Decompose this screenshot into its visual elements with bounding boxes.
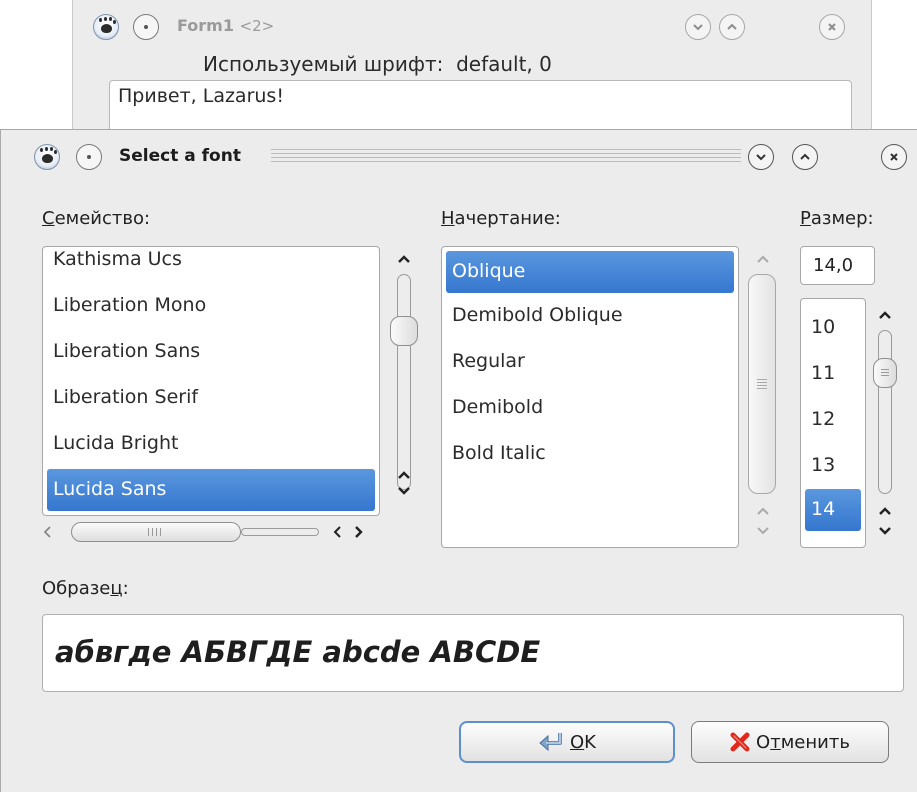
scroll-up-arrow[interactable] (756, 506, 770, 516)
list-item[interactable]: 10 (805, 307, 861, 347)
close-icon (890, 153, 898, 161)
family-scrollbar-track[interactable] (397, 274, 411, 490)
close-icon (828, 23, 836, 31)
list-item-selected[interactable]: Oblique (446, 251, 734, 293)
style-list[interactable]: Oblique Demibold Oblique Regular Demibol… (441, 246, 739, 548)
size-scrollbar-thumb[interactable] (873, 358, 897, 388)
dialog-titlebar[interactable]: Select a font (1, 130, 917, 184)
size-input[interactable]: 14,0 (800, 246, 875, 285)
red-x-icon (730, 732, 750, 752)
list-item-selected[interactable]: 14 (805, 489, 861, 531)
list-item[interactable]: Regular (446, 341, 734, 381)
list-item[interactable]: Liberation Sans (47, 331, 375, 371)
cancel-button[interactable]: Отменить (691, 721, 889, 763)
title-grip (271, 149, 741, 163)
list-item[interactable]: 11 (805, 353, 861, 393)
minimize-button[interactable] (748, 144, 774, 170)
family-list[interactable]: Kathisma Ucs Liberation Mono Liberation … (42, 246, 380, 516)
list-item[interactable]: Bold Italic (446, 433, 734, 473)
scroll-up-arrow[interactable] (397, 470, 411, 480)
size-scrollbar-track[interactable] (878, 330, 892, 494)
background-window-title: Form1 <2> (177, 16, 275, 35)
list-item[interactable]: Liberation Serif (47, 377, 375, 417)
scroll-left-arrow[interactable] (333, 526, 343, 538)
size-label: Размер: (800, 208, 874, 229)
sample-label: Образец: (42, 578, 129, 599)
maximize-button[interactable] (792, 144, 818, 170)
scroll-up-arrow[interactable] (878, 506, 892, 516)
cancel-button-label: Отменить (756, 731, 850, 753)
list-item[interactable]: Kathisma Ucs (47, 247, 375, 279)
select-font-dialog: Select a font Семейство: Начертание: Раз… (0, 129, 917, 792)
chevron-up-icon (800, 153, 810, 160)
paw-icon[interactable] (93, 14, 119, 40)
scroll-up-arrow[interactable] (397, 254, 411, 264)
sample-preview: абвгде АБВГДЕ abcde ABCDE (42, 614, 904, 692)
minimize-button[interactable] (685, 14, 711, 40)
chevron-up-icon (727, 23, 737, 30)
scroll-down-arrow[interactable] (878, 526, 892, 536)
ok-button-label: OK (570, 731, 596, 753)
list-item[interactable]: 13 (805, 445, 861, 485)
horizontal-scrollbar-thumb[interactable] (71, 522, 241, 542)
scroll-right-arrow[interactable] (353, 526, 363, 538)
scroll-up-arrow[interactable] (756, 254, 770, 264)
list-item[interactable]: Lucida Bright (47, 423, 375, 463)
style-label: Начертание: (441, 208, 561, 229)
ok-button[interactable]: OK (459, 721, 675, 763)
family-horizontal-scrollbar[interactable] (41, 518, 379, 544)
pin-dot-icon[interactable] (76, 144, 102, 170)
used-font-label: Используемый шрифт: default, 0 (203, 52, 552, 76)
scroll-up-arrow[interactable] (878, 310, 892, 320)
background-window-form1: Form1 <2> Используемый шрифт: default, 0… (72, 0, 872, 142)
list-item-selected[interactable]: Lucida Sans (47, 469, 375, 511)
close-button[interactable] (881, 144, 907, 170)
maximize-button[interactable] (719, 14, 745, 40)
chevron-down-icon (693, 24, 703, 31)
grip-icon (148, 528, 162, 536)
dialog-title: Select a font (119, 146, 241, 166)
chevron-down-icon (756, 154, 766, 161)
horizontal-scrollbar-track (241, 528, 319, 536)
scroll-down-arrow[interactable] (756, 526, 770, 536)
size-list[interactable]: 10 11 12 13 14 (800, 298, 866, 548)
paw-icon[interactable] (34, 144, 60, 170)
scroll-left-arrow[interactable] (43, 526, 53, 538)
close-button[interactable] (819, 14, 845, 40)
style-scrollbar-thumb[interactable] (748, 274, 776, 494)
family-scrollbar-thumb[interactable] (390, 316, 418, 346)
list-item[interactable]: Liberation Mono (47, 285, 375, 325)
list-item[interactable]: 12 (805, 399, 861, 439)
family-label: Семейство: (42, 208, 151, 229)
pin-dot-icon[interactable] (133, 14, 159, 40)
background-titlebar[interactable]: Form1 <2> (73, 8, 871, 46)
list-item[interactable]: Demibold (446, 387, 734, 427)
grip-icon (881, 369, 889, 377)
list-item[interactable]: Demibold Oblique (446, 295, 734, 335)
enter-arrow-icon (539, 733, 562, 752)
scroll-down-arrow[interactable] (397, 486, 411, 496)
grip-icon (757, 379, 767, 389)
